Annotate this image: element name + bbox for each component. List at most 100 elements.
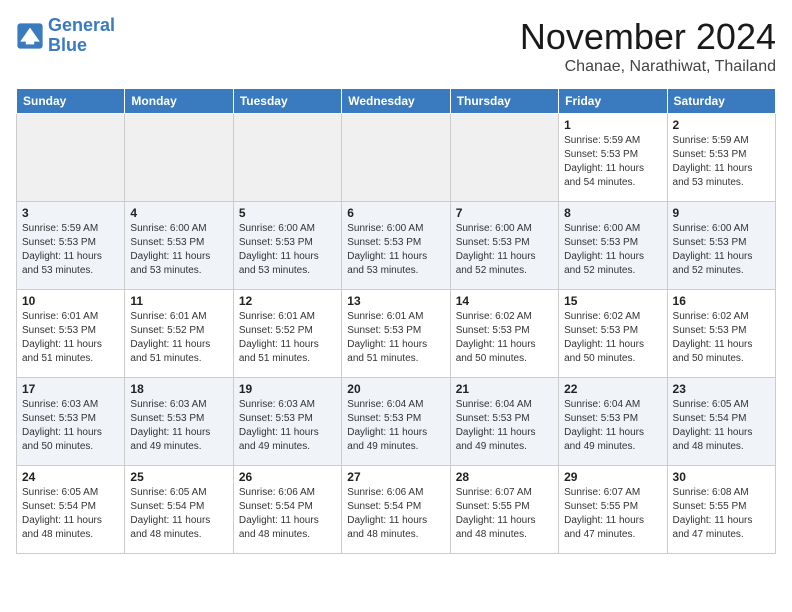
day-info: Sunrise: 6:02 AM Sunset: 5:53 PM Dayligh… [673, 310, 770, 366]
day-info: Sunrise: 6:05 AM Sunset: 5:54 PM Dayligh… [130, 486, 227, 542]
day-number: 1 [564, 118, 661, 132]
day-number: 22 [564, 382, 661, 396]
calendar-cell: 8 Sunrise: 6:00 AM Sunset: 5:53 PM Daylig… [559, 202, 667, 290]
calendar-cell: 6Sunrise: 6:00 AM Sunset: 5:53 PM Daylig… [342, 202, 450, 290]
calendar-cell: 5 Sunrise: 6:00 AM Sunset: 5:53 PM Daylig… [233, 202, 341, 290]
day-info: Sunrise: 6:00 AM Sunset: 5:53 PM Dayligh… [564, 222, 661, 278]
calendar-header-cell: Tuesday [233, 89, 341, 114]
day-number: 3 [22, 206, 119, 220]
day-info: Sunrise: 6:01 AM Sunset: 5:52 PM Dayligh… [130, 310, 227, 366]
day-number: 28 [456, 470, 553, 484]
day-info: Sunrise: 6:00 AM Sunset: 5:53 PM Dayligh… [130, 222, 227, 278]
day-info: Sunrise: 6:01 AM Sunset: 5:53 PM Dayligh… [22, 310, 119, 366]
day-info: Sunrise: 5:59 AM Sunset: 5:53 PM Dayligh… [22, 222, 119, 278]
calendar-header-cell: Sunday [17, 89, 125, 114]
day-number: 21 [456, 382, 553, 396]
day-info: Sunrise: 6:00 AM Sunset: 5:53 PM Dayligh… [456, 222, 553, 278]
calendar-cell: 27Sunrise: 6:06 AM Sunset: 5:54 PM Dayli… [342, 466, 450, 554]
calendar-cell: 10 Sunrise: 6:01 AM Sunset: 5:53 PM Dayli… [17, 290, 125, 378]
calendar-cell: 29 Sunrise: 6:07 AM Sunset: 5:55 PM Dayli… [559, 466, 667, 554]
logo-text: General Blue [48, 16, 115, 56]
calendar-cell: 3 Sunrise: 5:59 AM Sunset: 5:53 PM Daylig… [17, 202, 125, 290]
day-number: 11 [130, 294, 227, 308]
calendar-header-cell: Thursday [450, 89, 558, 114]
calendar-cell: 25 Sunrise: 6:05 AM Sunset: 5:54 PM Dayli… [125, 466, 233, 554]
logo-line1: General [48, 15, 115, 35]
calendar-cell: 1Sunrise: 5:59 AM Sunset: 5:53 PM Daylig… [559, 114, 667, 202]
month-title: November 2024 [520, 16, 776, 58]
calendar-cell: 9Sunrise: 6:00 AM Sunset: 5:53 PM Daylig… [667, 202, 775, 290]
calendar-cell: 11 Sunrise: 6:01 AM Sunset: 5:52 PM Dayli… [125, 290, 233, 378]
calendar-week-row: 24 Sunrise: 6:05 AM Sunset: 5:54 PM Dayli… [17, 466, 776, 554]
calendar-cell [17, 114, 125, 202]
calendar-cell [342, 114, 450, 202]
day-info: Sunrise: 6:00 AM Sunset: 5:53 PM Dayligh… [239, 222, 336, 278]
calendar-body: 1 Sunrise: 5:59 AM Sunset: 5:53 PM Daylig… [17, 114, 776, 554]
calendar-cell [233, 114, 341, 202]
day-number: 29 [564, 470, 661, 484]
day-info: Sunrise: 6:04 AM Sunset: 5:53 PM Dayligh… [564, 398, 661, 454]
day-info: Sunrise: 5:59 AM Sunset: 5:53 PM Dayligh… [673, 134, 770, 190]
calendar-cell: 17 Sunrise: 6:03 AM Sunset: 5:53 PM Dayli… [17, 378, 125, 466]
calendar-cell: 2 Sunrise: 5:59 AM Sunset: 5:53 PM Daylig… [667, 114, 775, 202]
day-number: 12 [239, 294, 336, 308]
day-info: Sunrise: 6:01 AM Sunset: 5:53 PM Dayligh… [347, 310, 444, 366]
day-info: Sunrise: 6:05 AM Sunset: 5:54 PM Dayligh… [673, 398, 770, 454]
calendar-cell: 18Sunrise: 6:03 AM Sunset: 5:53 PM Dayli… [125, 378, 233, 466]
day-number: 26 [239, 470, 336, 484]
day-number: 15 [564, 294, 661, 308]
day-number: 25 [130, 470, 227, 484]
day-number: 23 [673, 382, 770, 396]
day-info: Sunrise: 6:06 AM Sunset: 5:54 PM Dayligh… [347, 486, 444, 542]
day-number: 8 [564, 206, 661, 220]
calendar-header-cell: Monday [125, 89, 233, 114]
calendar-cell: 26 Sunrise: 6:06 AM Sunset: 5:54 PM Dayli… [233, 466, 341, 554]
day-number: 2 [673, 118, 770, 132]
calendar-cell: 13 Sunrise: 6:01 AM Sunset: 5:53 PM Dayli… [342, 290, 450, 378]
day-number: 7 [456, 206, 553, 220]
calendar-cell: 16 Sunrise: 6:02 AM Sunset: 5:53 PM Dayli… [667, 290, 775, 378]
day-number: 24 [22, 470, 119, 484]
day-info: Sunrise: 6:03 AM Sunset: 5:53 PM Dayligh… [239, 398, 336, 454]
day-info: Sunrise: 6:05 AM Sunset: 5:54 PM Dayligh… [22, 486, 119, 542]
calendar-week-row: 17 Sunrise: 6:03 AM Sunset: 5:53 PM Dayli… [17, 378, 776, 466]
day-info: Sunrise: 6:02 AM Sunset: 5:53 PM Dayligh… [456, 310, 553, 366]
logo-icon [16, 22, 44, 50]
calendar-cell: 7 Sunrise: 6:00 AM Sunset: 5:53 PM Daylig… [450, 202, 558, 290]
day-info: Sunrise: 6:06 AM Sunset: 5:54 PM Dayligh… [239, 486, 336, 542]
calendar-header-cell: Friday [559, 89, 667, 114]
day-number: 17 [22, 382, 119, 396]
calendar-header-cell: Saturday [667, 89, 775, 114]
day-number: 16 [673, 294, 770, 308]
day-info: Sunrise: 6:04 AM Sunset: 5:53 PM Dayligh… [456, 398, 553, 454]
day-number: 13 [347, 294, 444, 308]
day-info: Sunrise: 6:01 AM Sunset: 5:52 PM Dayligh… [239, 310, 336, 366]
calendar-cell: 15 Sunrise: 6:02 AM Sunset: 5:53 PM Dayli… [559, 290, 667, 378]
day-info: Sunrise: 6:03 AM Sunset: 5:53 PM Dayligh… [22, 398, 119, 454]
day-info: Sunrise: 6:03 AM Sunset: 5:53 PM Dayligh… [130, 398, 227, 454]
calendar-cell: 24 Sunrise: 6:05 AM Sunset: 5:54 PM Dayli… [17, 466, 125, 554]
calendar-header-row: SundayMondayTuesdayWednesdayThursdayFrid… [17, 89, 776, 114]
calendar-header: SundayMondayTuesdayWednesdayThursdayFrid… [17, 89, 776, 114]
calendar-week-row: 10 Sunrise: 6:01 AM Sunset: 5:53 PM Dayli… [17, 290, 776, 378]
calendar-cell: 12 Sunrise: 6:01 AM Sunset: 5:52 PM Dayli… [233, 290, 341, 378]
day-number: 4 [130, 206, 227, 220]
calendar-week-row: 1 Sunrise: 5:59 AM Sunset: 5:53 PM Daylig… [17, 114, 776, 202]
day-info: Sunrise: 6:00 AM Sunset: 5:53 PM Dayligh… [673, 222, 770, 278]
calendar-header-cell: Wednesday [342, 89, 450, 114]
calendar-cell: 19 Sunrise: 6:03 AM Sunset: 5:53 PM Dayli… [233, 378, 341, 466]
calendar-week-row: 3 Sunrise: 5:59 AM Sunset: 5:53 PM Daylig… [17, 202, 776, 290]
day-number: 5 [239, 206, 336, 220]
day-info: Sunrise: 6:07 AM Sunset: 5:55 PM Dayligh… [564, 486, 661, 542]
day-number: 14 [456, 294, 553, 308]
calendar-cell: 30Sunrise: 6:08 AM Sunset: 5:55 PM Dayli… [667, 466, 775, 554]
day-number: 10 [22, 294, 119, 308]
logo: General Blue [16, 16, 115, 56]
calendar-cell [125, 114, 233, 202]
day-info: Sunrise: 6:02 AM Sunset: 5:53 PM Dayligh… [564, 310, 661, 366]
location: Chanae, Narathiwat, Thailand [520, 58, 776, 76]
calendar-cell [450, 114, 558, 202]
calendar-cell: 23 Sunrise: 6:05 AM Sunset: 5:54 PM Dayli… [667, 378, 775, 466]
calendar: SundayMondayTuesdayWednesdayThursdayFrid… [16, 88, 776, 554]
day-number: 19 [239, 382, 336, 396]
